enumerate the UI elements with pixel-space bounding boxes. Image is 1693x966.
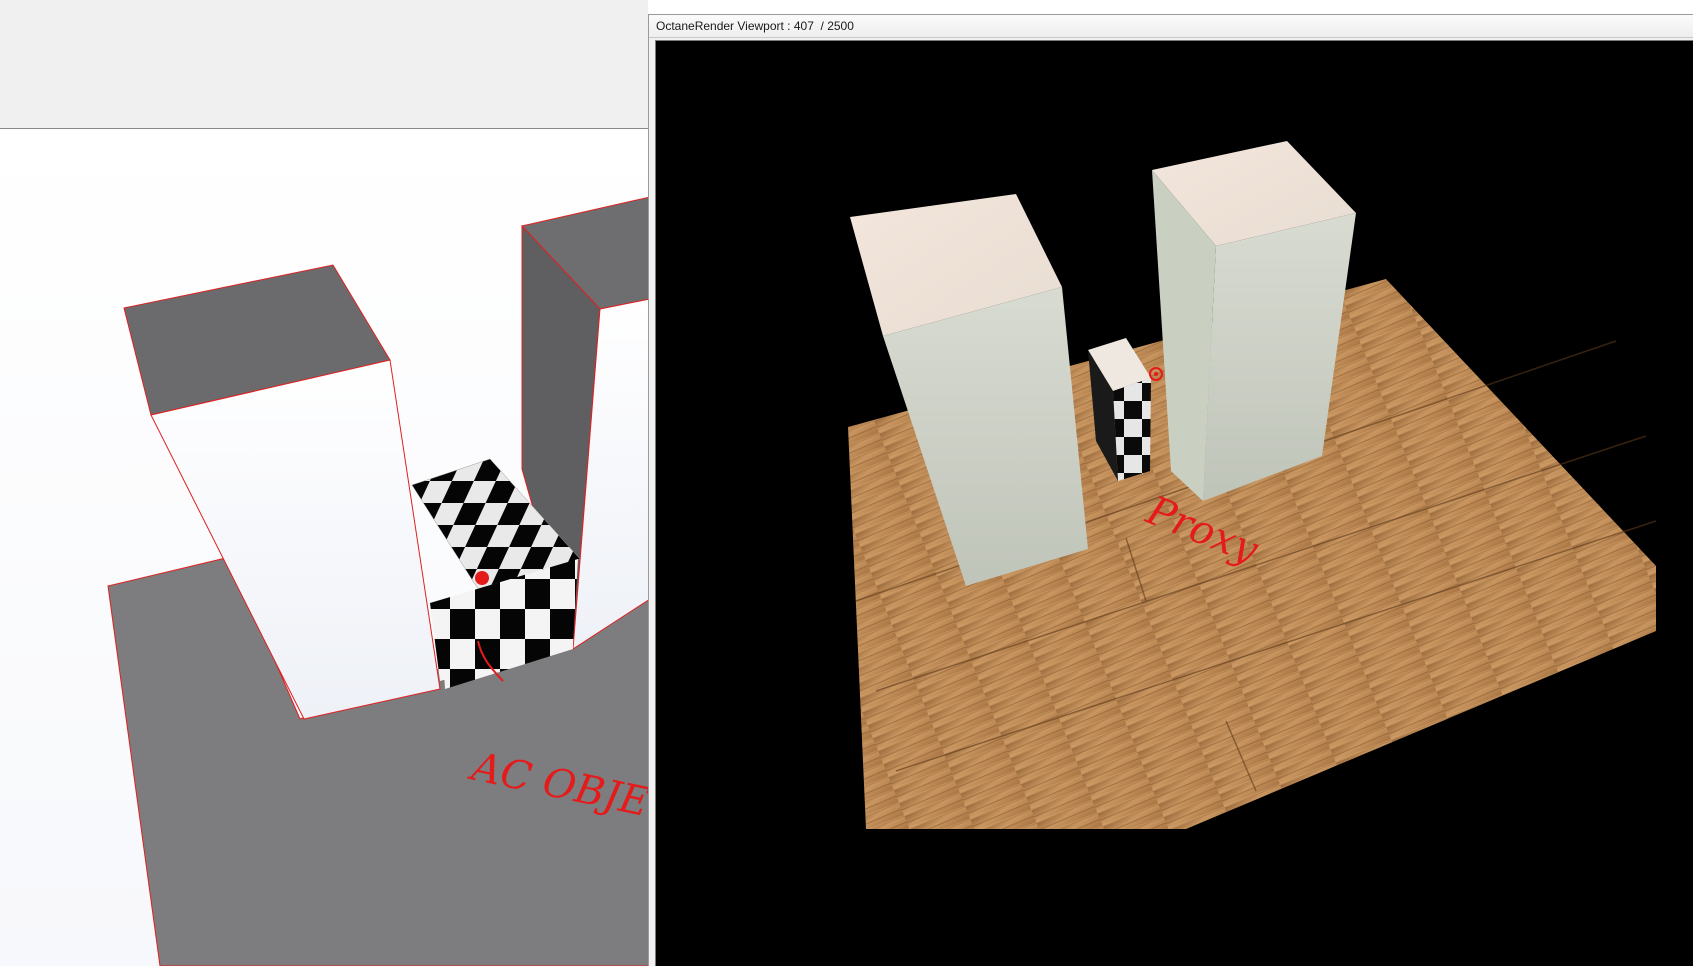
render-pivot-dot <box>1154 372 1158 376</box>
modeler-toolbar-area <box>0 0 648 129</box>
desktop-area: AC OBJECT OctaneRender Viewport : 407 / … <box>0 0 1693 966</box>
modeler-3d-viewport[interactable]: AC OBJECT <box>0 129 648 966</box>
proxy-pivot-marker <box>475 571 489 585</box>
octane-render-canvas[interactable]: Proxy <box>655 40 1693 966</box>
proxy-cube-front <box>1113 378 1151 481</box>
octane-render-window[interactable]: OctaneRender Viewport : 407 / 2500 Proxy <box>648 14 1693 966</box>
rendered-scene: Proxy <box>848 141 1657 829</box>
octane-window-title: OctaneRender Viewport : 407 / 2500 <box>656 19 854 33</box>
modeler-scene: AC OBJECT <box>107 196 648 966</box>
octane-titlebar[interactable]: OctaneRender Viewport : 407 / 2500 <box>649 15 1693 38</box>
